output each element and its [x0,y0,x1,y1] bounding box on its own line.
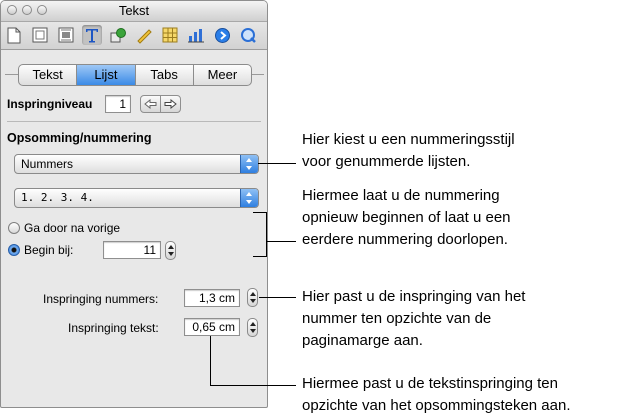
continue-numbering-label: Ga door na vorige [24,221,121,235]
callout-line-3 [259,297,296,298]
callout-text: Hier past u de inspringing van het [302,288,526,305]
number-indent-stepper[interactable] [247,288,258,307]
callout-text: paginamarge aan. [302,332,423,349]
bullet-style-value: Nummers [21,157,74,171]
window-title: Tekst [118,3,150,18]
callout-text: Hier kiest u een nummeringsstijl [302,131,515,148]
indent-level-field[interactable]: 1 [105,95,131,113]
number-indent-field[interactable]: 1,3 cm [184,289,240,307]
tab-divider-left [5,74,18,75]
indent-level-label: Inspringniveau [7,97,93,111]
callout-line-1 [258,163,296,164]
text-icon[interactable] [82,25,102,45]
start-at-stepper[interactable] [165,241,176,260]
callout-text: nummer ten opzichte van de [302,310,492,327]
start-at-label: Begin bij: [24,243,74,257]
callout-text: eerdere nummering doorlopen. [302,231,508,248]
callout-line-2 [266,241,296,242]
text-inspector-window: Tekst Tekst Lijst Tabs Meer Inspringnive… [0,0,268,408]
tab-meer[interactable]: Meer [194,65,251,85]
callout-line-2-bracket [266,212,267,256]
increase-indent-button[interactable] [160,95,181,113]
callout-style: Hier kiest u een nummeringsstijl voor ge… [302,129,515,173]
wrap-icon[interactable] [56,25,76,45]
tab-bar: Tekst Lijst Tabs Meer [18,64,252,86]
bullet-style-popup[interactable]: Nummers [14,154,259,174]
start-at-field[interactable]: 11 [103,241,161,259]
bullets-section-title: Opsomming/nummering [7,131,152,145]
callout-text: Hiermee laat u de nummering [302,187,500,204]
number-format-value: 1. 2. 3. 4. [21,191,94,204]
tab-lijst[interactable]: Lijst [77,65,136,85]
table-icon[interactable] [160,25,180,45]
inspector-toolbar [1,22,267,50]
start-at-radio[interactable] [8,244,20,256]
callout-line-4 [210,385,296,386]
tab-divider-right [250,74,264,75]
popup-arrows-icon [240,189,258,207]
callout-text-indent: Hiermee past u de tekstinspringing ten o… [302,373,571,417]
tab-tabs[interactable]: Tabs [136,65,194,85]
tab-tekst[interactable]: Tekst [19,65,78,85]
callout-number-indent: Hier past u de inspringing van het numme… [302,286,525,352]
arrow-right-icon [164,99,177,109]
number-format-popup[interactable]: 1. 2. 3. 4. [14,188,259,208]
arrow-left-icon [144,99,157,109]
callout-text: Hiermee past u de tekstinspringing ten [302,375,558,392]
metrics-icon[interactable] [134,25,154,45]
graphic-icon[interactable] [108,25,128,45]
callout-restart: Hiermee laat u de nummering opnieuw begi… [302,185,511,251]
callout-text: opnieuw beginnen of laat u een [302,209,511,226]
popup-arrows-icon [240,155,258,173]
callout-line-4-vertical [210,336,211,386]
document-icon[interactable] [4,25,24,45]
callout-line-2-top [253,212,267,213]
callout-line-2-bottom [253,256,267,257]
continue-numbering-radio[interactable] [8,222,20,234]
text-indent-label: Inspringing tekst: [68,321,159,335]
callout-text: opzichte van het opsommingsteken aan. [302,397,571,414]
quicktime-icon[interactable] [238,25,258,45]
layout-icon[interactable] [30,25,50,45]
text-indent-field[interactable]: 0,65 cm [184,318,240,336]
number-indent-label: Inspringing nummers: [43,292,159,306]
title-bar[interactable]: Tekst [1,1,267,22]
divider [7,121,261,122]
text-indent-stepper[interactable] [247,318,258,337]
callout-text: voor genummerde lijsten. [302,153,471,170]
chart-icon[interactable] [186,25,206,45]
decrease-indent-button[interactable] [140,95,161,113]
link-icon[interactable] [212,25,232,45]
